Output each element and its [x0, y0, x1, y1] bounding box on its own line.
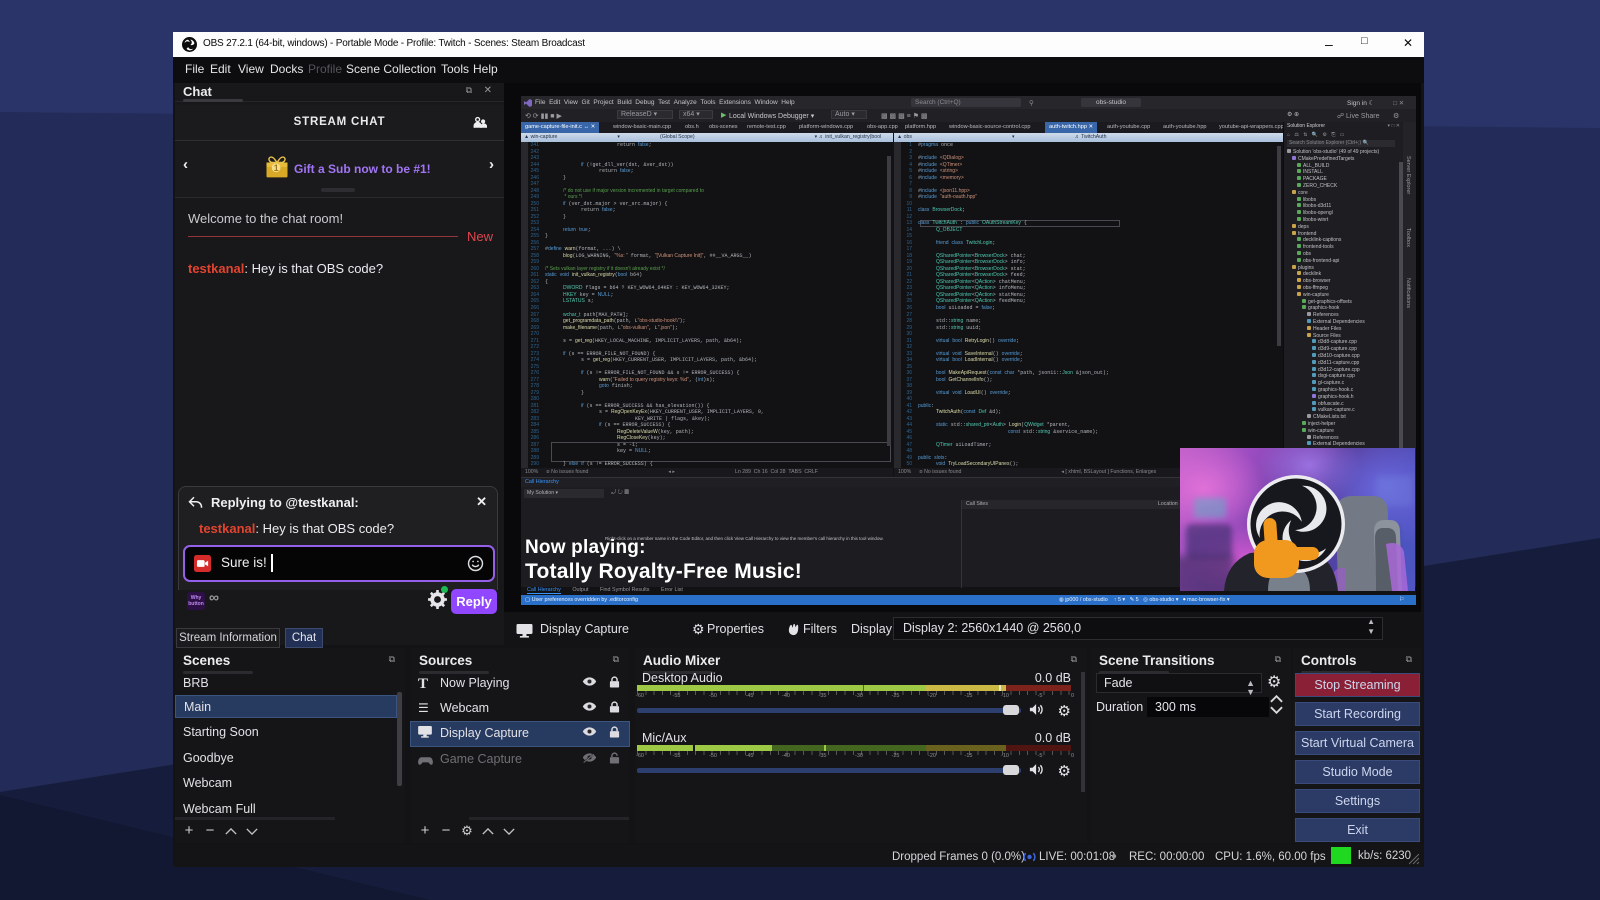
svg-text:1: 1 [274, 163, 279, 173]
